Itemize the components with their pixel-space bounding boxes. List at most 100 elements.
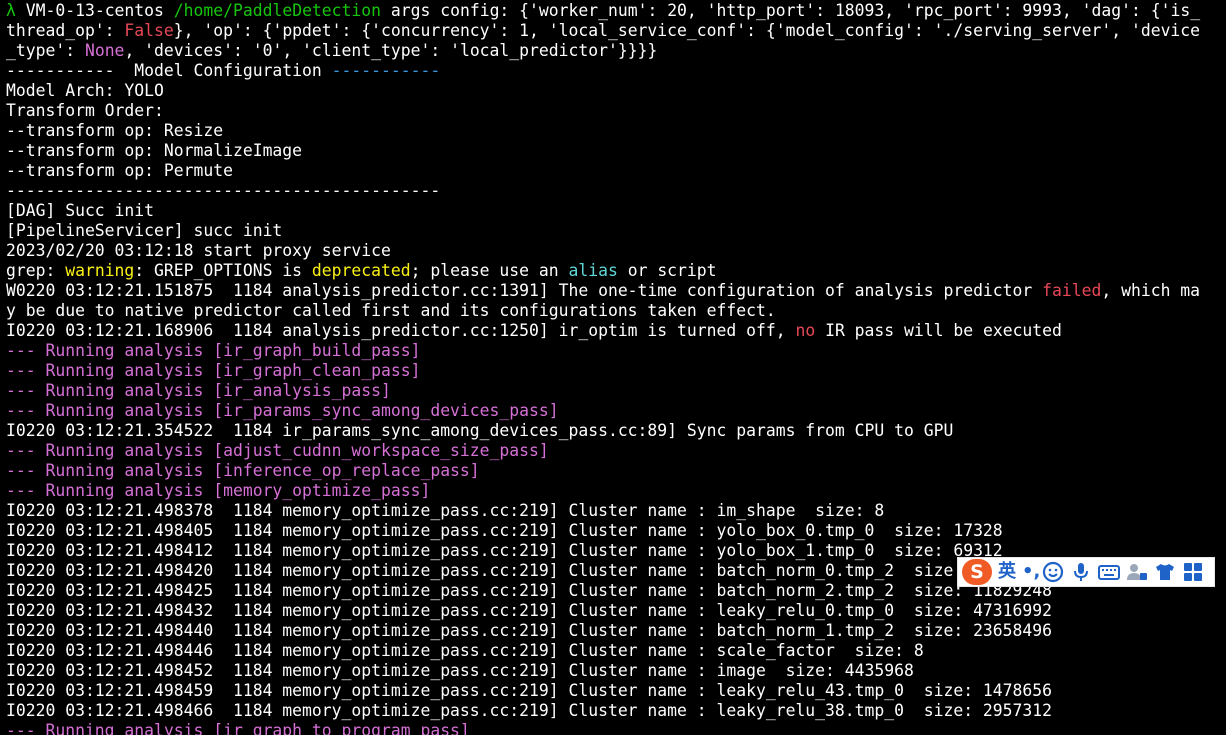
terminal-line: [DAG] Succ init bbox=[6, 201, 1226, 221]
terminal-line: [PipelineServicer] succ init bbox=[6, 221, 1226, 241]
terminal-text-segment: I0220 03:12:21.498452 1184 memory_optimi… bbox=[6, 661, 914, 680]
terminal-line: I0220 03:12:21.168906 1184 analysis_pred… bbox=[6, 321, 1226, 341]
terminal-line: λ VM-0-13-centos /home/PaddleDetection a… bbox=[6, 1, 1226, 21]
terminal-line: y be due to native predictor called firs… bbox=[6, 301, 1226, 321]
terminal-line: grep: warning: GREP_OPTIONS is deprecate… bbox=[6, 261, 1226, 281]
terminal-line: --- Running analysis [ir_graph_to_progra… bbox=[6, 721, 1226, 735]
ime-punctuation-toggle[interactable]: •, bbox=[1022, 558, 1040, 586]
terminal-text-segment: args config: {'worker_num': 20, 'http_po… bbox=[381, 1, 1201, 20]
terminal-text-segment: : GREP_OPTIONS is bbox=[134, 261, 312, 280]
terminal-text-segment: I0220 03:12:21.354522 1184 ir_params_syn… bbox=[6, 421, 954, 440]
terminal-text-segment: λ bbox=[6, 1, 26, 20]
terminal-line: --- Running analysis [ir_graph_clean_pas… bbox=[6, 361, 1226, 381]
terminal-line: I0220 03:12:21.498466 1184 memory_optimi… bbox=[6, 701, 1226, 721]
terminal-text-segment: failed bbox=[1042, 281, 1102, 300]
terminal-line: --- Running analysis [ir_graph_build_pas… bbox=[6, 341, 1226, 361]
terminal-line: --- Running analysis [adjust_cudnn_works… bbox=[6, 441, 1226, 461]
terminal-text-segment: I0220 03:12:21.498412 1184 memory_optimi… bbox=[6, 541, 1003, 560]
terminal-line: --- Running analysis [inference_op_repla… bbox=[6, 461, 1226, 481]
terminal-line: Model Arch: YOLO bbox=[6, 81, 1226, 101]
terminal-line: --- Running analysis [ir_analysis_pass] bbox=[6, 381, 1226, 401]
sogou-logo-icon[interactable]: S bbox=[962, 559, 992, 585]
terminal-line: I0220 03:12:21.498432 1184 memory_optimi… bbox=[6, 601, 1226, 621]
terminal-text-segment: Transform Order: bbox=[6, 101, 164, 120]
terminal-text-segment: --- Running analysis [ir_params_sync_amo… bbox=[6, 401, 559, 420]
terminal-line: I0220 03:12:21.354522 1184 ir_params_syn… bbox=[6, 421, 1226, 441]
terminal-text-segment: thread_op': bbox=[6, 21, 125, 40]
terminal-text-segment: I0220 03:12:21.168906 1184 analysis_pred… bbox=[6, 321, 796, 340]
terminal-text-segment: ----------------------------------------… bbox=[6, 181, 441, 200]
terminal-text-segment: grep: bbox=[6, 261, 66, 280]
terminal-text-segment: False bbox=[124, 21, 174, 40]
terminal-line: thread_op': False}, 'op': {'ppdet': {'co… bbox=[6, 21, 1226, 41]
terminal-text-segment: [PipelineServicer] succ init bbox=[6, 221, 283, 240]
terminal-line: --- Running analysis [memory_optimize_pa… bbox=[6, 481, 1226, 501]
terminal-line: I0220 03:12:21.498446 1184 memory_optimi… bbox=[6, 641, 1226, 661]
terminal-text-segment: --- Running analysis [adjust_cudnn_works… bbox=[6, 441, 549, 460]
terminal-text-segment: W0220 03:12:21.151875 1184 analysis_pred… bbox=[6, 281, 1043, 300]
terminal-line: 2023/02/20 03:12:18 start proxy service bbox=[6, 241, 1226, 261]
microphone-icon[interactable] bbox=[1070, 561, 1092, 583]
terminal-text-segment: --- Running analysis [memory_optimize_pa… bbox=[6, 481, 431, 500]
terminal-text-segment: no bbox=[795, 321, 816, 340]
terminal-text-segment: I0220 03:12:21.498432 1184 memory_optimi… bbox=[6, 601, 1053, 620]
terminal-line: I0220 03:12:21.498459 1184 memory_optimi… bbox=[6, 681, 1226, 701]
terminal-line: --transform op: Permute bbox=[6, 161, 1226, 181]
keyboard-icon[interactable] bbox=[1098, 561, 1120, 583]
terminal-text-segment: _type': bbox=[6, 41, 85, 60]
terminal-text-segment: --- Running analysis [ir_graph_to_progra… bbox=[6, 721, 470, 735]
terminal-line: --transform op: Resize bbox=[6, 121, 1226, 141]
terminal-text-segment: --transform op: Resize bbox=[6, 121, 224, 140]
terminal-text-segment: I0220 03:12:21.498405 1184 memory_optimi… bbox=[6, 521, 1003, 540]
terminal-text-segment: ----------- bbox=[331, 61, 441, 80]
terminal-line: ----------- Model Configuration --------… bbox=[6, 61, 1226, 81]
terminal-text-segment: I0220 03:12:21.498466 1184 memory_optimi… bbox=[6, 701, 1053, 720]
terminal-text-segment: y be due to native predictor called firs… bbox=[6, 301, 776, 320]
terminal-text-segment: alias bbox=[568, 261, 618, 280]
terminal-text-segment: [DAG] Succ init bbox=[6, 201, 155, 220]
terminal-text-segment: I0220 03:12:21.498420 1184 memory_optimi… bbox=[6, 561, 954, 580]
terminal-line: --- Running analysis [ir_params_sync_amo… bbox=[6, 401, 1226, 421]
terminal-text-segment: warning bbox=[65, 261, 135, 280]
terminal-text-segment: I0220 03:12:21.498425 1184 memory_optimi… bbox=[6, 581, 1053, 600]
terminal-text-segment: or script bbox=[617, 261, 717, 280]
ime-toolbar[interactable]: S 英 •, bbox=[957, 557, 1215, 587]
terminal-line: I0220 03:12:21.498452 1184 memory_optimi… bbox=[6, 661, 1226, 681]
terminal-text-segment: --- Running analysis [inference_op_repla… bbox=[6, 461, 480, 480]
terminal-text-segment: --transform op: NormalizeImage bbox=[6, 141, 303, 160]
terminal-text-segment: --- Running analysis [ir_analysis_pass] bbox=[6, 381, 391, 400]
terminal-text-segment: ----------- Model Configuration bbox=[6, 61, 332, 80]
terminal-text-segment: IR pass will be executed bbox=[815, 321, 1062, 340]
terminal-line: W0220 03:12:21.151875 1184 analysis_pred… bbox=[6, 281, 1226, 301]
user-tools-icon[interactable] bbox=[1126, 561, 1148, 583]
terminal-text-segment: /home/PaddleDetection bbox=[173, 1, 382, 20]
smiley-icon[interactable] bbox=[1042, 561, 1064, 583]
terminal-line: I0220 03:12:21.498405 1184 memory_optimi… bbox=[6, 521, 1226, 541]
terminal-text-segment: , which ma bbox=[1101, 281, 1201, 300]
terminal-line: ----------------------------------------… bbox=[6, 181, 1226, 201]
terminal-text-segment: --- Running analysis [ir_graph_clean_pas… bbox=[6, 361, 421, 380]
ime-language-mode[interactable]: 英 bbox=[998, 558, 1016, 586]
terminal-text-segment: I0220 03:12:21.498440 1184 memory_optimi… bbox=[6, 621, 1053, 640]
terminal-line: _type': None, 'devices': '0', 'client_ty… bbox=[6, 41, 1226, 61]
terminal-text-segment: I0220 03:12:21.498378 1184 memory_optimi… bbox=[6, 501, 885, 520]
terminal-text-segment: --transform op: Permute bbox=[6, 161, 233, 180]
terminal-text-segment: , 'devices': '0', 'client_type': 'local_… bbox=[124, 41, 658, 60]
terminal-text-segment: ; please use an bbox=[410, 261, 569, 280]
terminal-line: I0220 03:12:21.498440 1184 memory_optimi… bbox=[6, 621, 1226, 641]
terminal-line: I0220 03:12:21.498378 1184 memory_optimi… bbox=[6, 501, 1226, 521]
terminal-text-segment: VM-0-13-centos bbox=[25, 1, 174, 20]
terminal-text-segment: I0220 03:12:21.498446 1184 memory_optimi… bbox=[6, 641, 924, 660]
terminal-text-segment: 2023/02/20 03:12:18 start proxy service bbox=[6, 241, 391, 260]
skin-shirt-icon[interactable] bbox=[1154, 561, 1176, 583]
terminal-line: --transform op: NormalizeImage bbox=[6, 141, 1226, 161]
terminal-text-segment: Model Arch: YOLO bbox=[6, 81, 164, 100]
grid-menu-icon[interactable] bbox=[1182, 561, 1204, 583]
terminal-output[interactable]: λ VM-0-13-centos /home/PaddleDetection a… bbox=[0, 0, 1226, 735]
terminal-text-segment: --- Running analysis [ir_graph_build_pas… bbox=[6, 341, 421, 360]
terminal-text-segment: I0220 03:12:21.498459 1184 memory_optimi… bbox=[6, 681, 1053, 700]
terminal-text-segment: None bbox=[84, 41, 125, 60]
terminal-text-segment: }, 'op': {'ppdet': {'concurrency': 1, 'l… bbox=[173, 21, 1201, 40]
terminal-text-segment: deprecated bbox=[311, 261, 411, 280]
terminal-line: Transform Order: bbox=[6, 101, 1226, 121]
